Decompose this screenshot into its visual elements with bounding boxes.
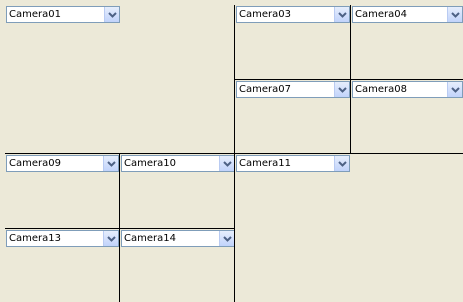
chevron-down-icon[interactable] bbox=[334, 7, 349, 22]
chevron-down-icon[interactable] bbox=[219, 156, 234, 171]
camera-select-03-value: Camera03 bbox=[239, 9, 291, 20]
camera-select-13[interactable]: Camera13 bbox=[6, 230, 119, 247]
chevron-down-icon[interactable] bbox=[334, 156, 349, 171]
camera-select-09[interactable]: Camera09 bbox=[6, 155, 119, 172]
camera-view-04[interactable]: Camera04 bbox=[351, 5, 463, 79]
chevron-down-icon[interactable] bbox=[334, 82, 349, 97]
chevron-down-icon[interactable] bbox=[447, 82, 462, 97]
camera-select-10[interactable]: Camera10 bbox=[121, 155, 235, 172]
camera-select-10-value: Camera10 bbox=[124, 158, 176, 169]
camera-grid: Camera01 Camera03 Camera04 Camera07 Came… bbox=[0, 0, 463, 302]
camera-view-11[interactable]: Camera11 bbox=[235, 154, 463, 302]
camera-select-01[interactable]: Camera01 bbox=[6, 6, 120, 23]
chevron-down-icon[interactable] bbox=[104, 7, 119, 22]
camera-select-07-value: Camera07 bbox=[239, 84, 291, 95]
chevron-down-icon[interactable] bbox=[103, 156, 118, 171]
camera-view-10[interactable]: Camera10 bbox=[120, 154, 235, 228]
camera-select-04[interactable]: Camera04 bbox=[352, 6, 463, 23]
grid-divider bbox=[5, 228, 234, 229]
camera-view-14[interactable]: Camera14 bbox=[120, 229, 235, 302]
camera-view-09[interactable]: Camera09 bbox=[5, 154, 119, 228]
grid-divider bbox=[5, 153, 463, 154]
camera-select-08-value: Camera08 bbox=[355, 84, 407, 95]
chevron-down-icon[interactable] bbox=[447, 7, 462, 22]
camera-select-13-value: Camera13 bbox=[9, 233, 61, 244]
camera-select-11-value: Camera11 bbox=[239, 158, 291, 169]
camera-select-04-value: Camera04 bbox=[355, 9, 407, 20]
camera-select-09-value: Camera09 bbox=[9, 158, 61, 169]
camera-view-03[interactable]: Camera03 bbox=[235, 5, 350, 79]
camera-select-11[interactable]: Camera11 bbox=[236, 155, 350, 172]
camera-select-03[interactable]: Camera03 bbox=[236, 6, 350, 23]
camera-select-01-value: Camera01 bbox=[9, 9, 61, 20]
camera-select-14[interactable]: Camera14 bbox=[121, 230, 235, 247]
chevron-down-icon[interactable] bbox=[103, 231, 118, 246]
camera-select-14-value: Camera14 bbox=[124, 233, 176, 244]
camera-view-07[interactable]: Camera07 bbox=[235, 80, 350, 153]
camera-view-13[interactable]: Camera13 bbox=[5, 229, 119, 302]
grid-divider bbox=[235, 79, 463, 80]
camera-view-01[interactable]: Camera01 bbox=[5, 5, 234, 153]
camera-view-08[interactable]: Camera08 bbox=[351, 80, 463, 153]
camera-select-07[interactable]: Camera07 bbox=[236, 81, 350, 98]
chevron-down-icon[interactable] bbox=[219, 231, 234, 246]
camera-select-08[interactable]: Camera08 bbox=[352, 81, 463, 98]
